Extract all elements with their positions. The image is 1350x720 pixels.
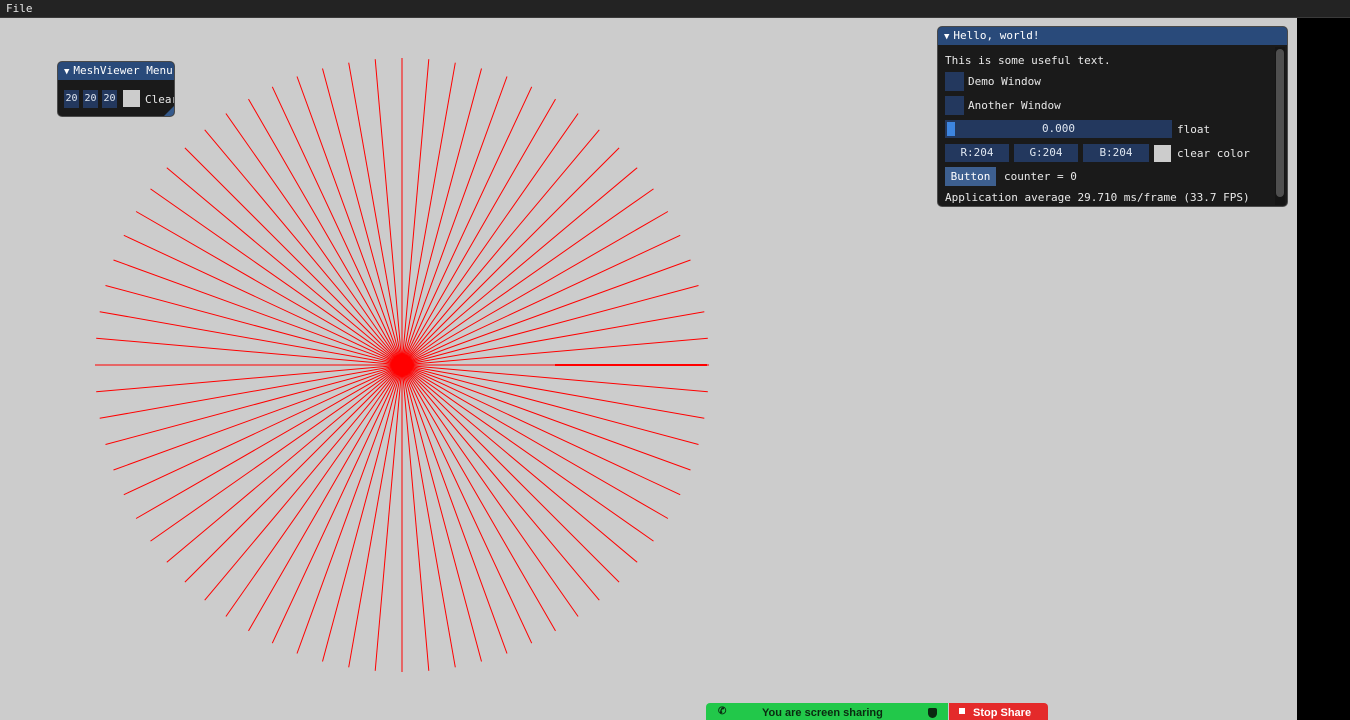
burst-line — [374, 59, 403, 366]
stats-text: Application average 29.710 ms/frame (33.… — [945, 191, 1250, 204]
burst-line — [123, 234, 403, 366]
slider-value: 0.000 — [1041, 122, 1076, 135]
stop-icon — [959, 708, 965, 714]
shield-icon — [928, 708, 937, 718]
another-window-checkbox[interactable] — [945, 96, 964, 115]
demo-window-label: Demo Window — [968, 75, 1041, 88]
burst-line — [401, 68, 482, 366]
burst-line — [374, 364, 403, 671]
burst-line — [322, 364, 403, 662]
float-slider[interactable]: 0.000 — [945, 120, 1172, 138]
counter-text: counter = 0 — [1004, 170, 1077, 183]
collapse-arrow-icon[interactable]: ▼ — [64, 67, 69, 77]
scrollbar-thumb[interactable] — [1276, 49, 1284, 197]
burst-line — [96, 364, 403, 393]
burst-line — [271, 364, 403, 644]
burst-line — [401, 86, 533, 366]
color-r-field[interactable]: R:204 — [945, 144, 1009, 162]
mesh-field-2[interactable]: 20 — [83, 90, 98, 108]
burst-center — [391, 354, 413, 376]
screen-share-bar: ✆ You are screen sharing — [706, 703, 948, 720]
burst-line — [401, 364, 508, 654]
resize-grip[interactable] — [164, 106, 174, 116]
burst-line — [105, 285, 403, 366]
clear-color-swatch[interactable] — [1154, 145, 1171, 162]
burst-line — [123, 364, 403, 496]
useful-text: This is some useful text. — [945, 54, 1111, 67]
screen-share-status: You are screen sharing — [762, 707, 883, 719]
burst-line — [401, 364, 699, 445]
demo-window-checkbox[interactable] — [945, 72, 964, 91]
burst-line — [401, 364, 708, 393]
menu-bar: File — [0, 0, 1350, 18]
hello-title-bar[interactable]: ▼ Hello, world! — [938, 27, 1287, 45]
vertical-scrollbar[interactable] — [1275, 47, 1285, 205]
hello-title: Hello, world! — [953, 29, 1040, 42]
burst-line — [296, 364, 403, 654]
burst-line — [401, 234, 681, 366]
collapse-arrow-icon[interactable]: ▼ — [944, 32, 949, 42]
burst-line — [105, 364, 403, 445]
meshviewer-window[interactable]: ▼ MeshViewer Menu 20 20 20 Clear — [57, 61, 175, 117]
burst-line — [401, 364, 430, 671]
burst-line — [296, 76, 403, 366]
mesh-field-3[interactable]: 20 — [102, 90, 117, 108]
burst-line — [113, 364, 403, 471]
burst-line — [96, 337, 403, 366]
burst-line — [401, 76, 508, 366]
mesh-field-1[interactable]: 20 — [64, 90, 79, 108]
clear-color-label: clear color — [1177, 147, 1250, 160]
color-b-field[interactable]: B:204 — [1083, 144, 1149, 162]
slider-grab[interactable] — [947, 122, 955, 136]
float-label: float — [1177, 123, 1211, 136]
stop-share-button[interactable]: Stop Share — [949, 703, 1048, 720]
burst-line — [401, 364, 533, 644]
burst-line — [401, 337, 708, 366]
menu-file[interactable]: File — [6, 2, 33, 15]
burst-line — [401, 59, 430, 366]
burst-line — [401, 259, 691, 366]
mesh-color-swatch[interactable] — [123, 90, 140, 107]
hello-world-window[interactable]: ▼ Hello, world! This is some useful text.… — [937, 26, 1288, 207]
burst-line — [322, 68, 403, 366]
stop-share-label: Stop Share — [973, 707, 1032, 719]
burst-line — [401, 285, 699, 366]
color-g-field[interactable]: G:204 — [1014, 144, 1078, 162]
burst-line — [401, 364, 482, 662]
burst-line — [113, 259, 403, 366]
burst-line — [401, 364, 681, 496]
burst-line — [401, 364, 691, 471]
counter-button[interactable]: Button — [945, 167, 996, 186]
phone-icon: ✆ — [718, 706, 727, 717]
mesh-clear-label: Clear — [145, 93, 175, 106]
meshviewer-title: MeshViewer Menu — [73, 64, 173, 77]
burst-line — [271, 86, 403, 366]
another-window-label: Another Window — [968, 99, 1061, 112]
meshviewer-title-bar[interactable]: ▼ MeshViewer Menu — [58, 62, 174, 80]
